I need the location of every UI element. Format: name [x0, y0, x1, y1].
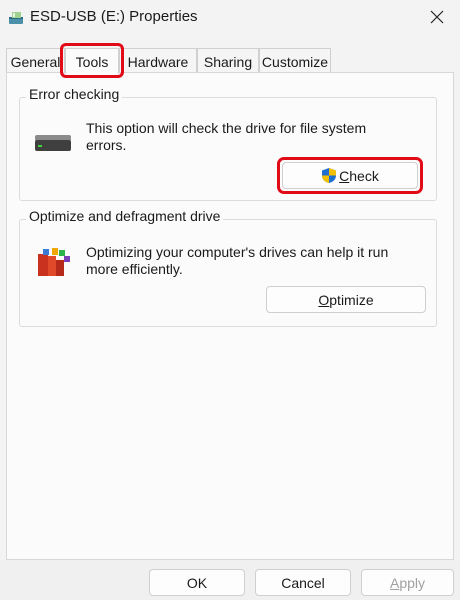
hard-drive-icon [35, 135, 71, 151]
optimize-button-label: ptimize [329, 291, 374, 308]
check-button-label: heck [349, 167, 379, 184]
tab-hardware[interactable]: Hardware [119, 48, 197, 73]
window-title: ESD-USB (E:) Properties [30, 8, 198, 25]
close-button[interactable] [414, 0, 460, 34]
error-checking-title: Error checking [26, 86, 123, 102]
tab-customize[interactable]: Customize [259, 48, 331, 73]
dialog-footer: OK Cancel Apply [0, 560, 460, 600]
tab-strip: General Tools Hardware Sharing Customize [6, 43, 454, 78]
optimize-button[interactable]: Optimize [266, 286, 426, 313]
error-checking-group: Error checking This option will check th… [19, 86, 437, 201]
check-button-mnemonic: C [339, 167, 350, 184]
defragment-icon [38, 248, 70, 276]
drive-properties-icon [9, 12, 23, 24]
tab-general[interactable]: General [6, 48, 65, 73]
check-button[interactable]: Check [277, 157, 423, 194]
optimize-button-mnemonic: O [318, 291, 330, 308]
optimize-group: Optimize and defragment drive Optimizing… [19, 208, 437, 327]
optimize-title: Optimize and defragment drive [26, 208, 224, 224]
apply-button-mnemonic: A [389, 574, 400, 591]
error-checking-description: This option will check the drive for fil… [86, 120, 367, 153]
close-icon [430, 10, 444, 24]
title-bar: ESD-USB (E:) Properties [0, 0, 460, 38]
ok-button[interactable]: OK [149, 569, 245, 596]
tab-tools[interactable]: Tools [60, 43, 124, 78]
uac-shield-icon [322, 168, 337, 183]
tab-sharing[interactable]: Sharing [197, 48, 259, 73]
optimize-description: Optimizing your computer's drives can he… [86, 244, 389, 277]
cancel-button[interactable]: Cancel [255, 569, 351, 596]
tools-panel: Error checking This option will check th… [6, 72, 454, 560]
apply-button-label: pply [399, 574, 426, 591]
apply-button[interactable]: Apply [361, 569, 454, 596]
